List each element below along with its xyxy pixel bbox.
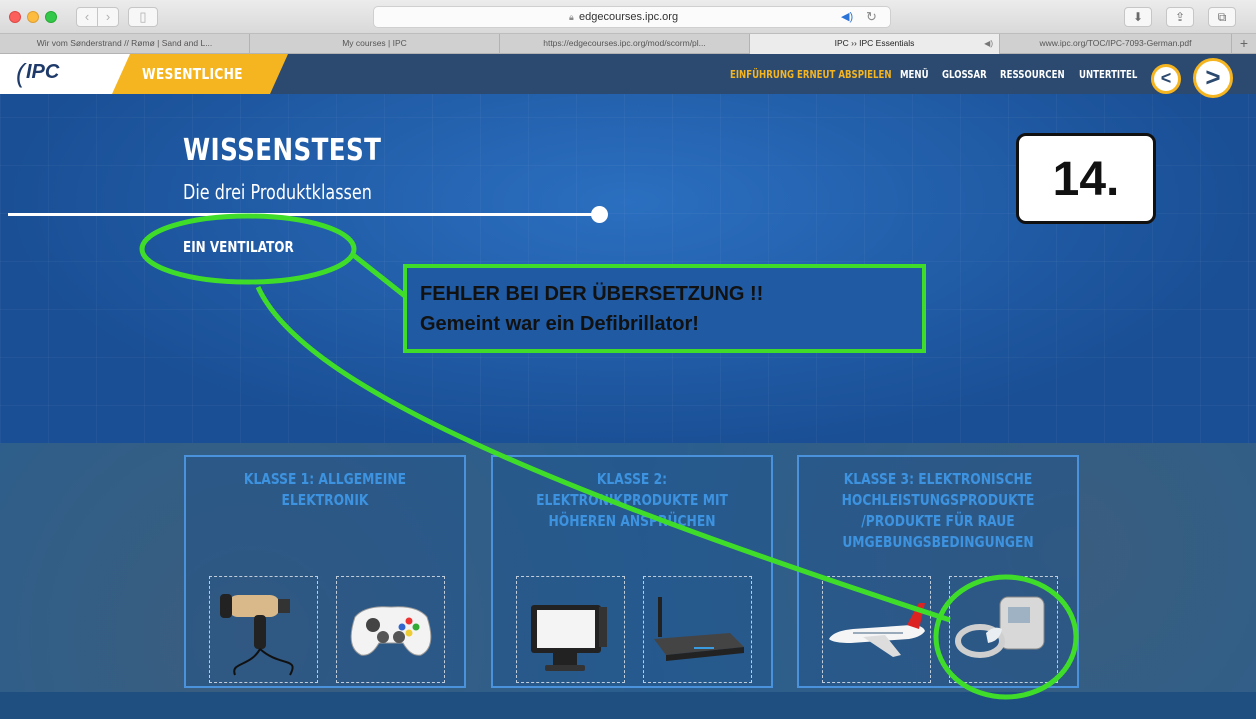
class-2-card[interactable]: KLASSE 2: ELEKTRONIKPRODUKTE MIT HÖHEREN… [491,455,773,688]
zoom-window-button[interactable] [45,11,57,23]
subtitles-link[interactable]: UNTERTITEL [1079,68,1137,81]
close-window-button[interactable] [9,11,21,23]
class-2-title: KLASSE 2: ELEKTRONIKPRODUKTE MIT HÖHEREN… [536,470,728,530]
resources-link[interactable]: RESSOURCEN [1000,68,1065,81]
tab-0[interactable]: Wir vom Sønderstrand // Rømø | Sand and … [0,34,250,54]
quiz-subtitle: Die drei Produktklassen [183,180,372,204]
url-text: edgecourses.ipc.org [579,11,679,23]
tab-1[interactable]: My courses | IPC [250,34,500,54]
quiz-title: WISSENSTEST [183,133,382,168]
hair-dryer-product[interactable] [209,576,318,683]
audio-playing-icon[interactable]: ◀) [841,10,853,23]
game-controller-product[interactable] [336,576,445,683]
sidebar-toggle-icon[interactable]: ▯ [128,7,158,27]
airplane-product[interactable] [822,576,931,683]
tab-4[interactable]: www.ipc.org/TOC/IPC-7093-German.pdf [1000,34,1232,54]
back-button[interactable]: ‹ [76,7,98,27]
menu-link[interactable]: MENÜ [900,68,929,81]
timeline-line [8,213,600,216]
class-1-title: KLASSE 1: ALLGEMEINE ELEKTRONIK [243,470,407,509]
reload-icon[interactable]: ↻ [866,9,877,25]
lock-icon: 🔒︎ [569,12,574,22]
forward-button[interactable]: › [97,7,119,27]
module-tab: WESENTLICHE [112,54,288,94]
answer-label: EIN VENTILATOR [183,238,294,256]
browser-titlebar: ‹ › ▯ 🔒︎ edgecourses.ipc.org ◀) ↻ ⬇ ⇪ ⧉ [0,0,1256,34]
share-icon[interactable]: ⇪ [1166,7,1194,27]
tab-2[interactable]: https://edgecourses.ipc.org/mod/scorm/pl… [500,34,750,54]
class-1-card[interactable]: KLASSE 1: ALLGEMEINE ELEKTRONIK [184,455,466,688]
tab-bar: Wir vom Sønderstrand // Rømø | Sand and … [0,34,1256,54]
ipc-swoosh-icon: ( [16,58,25,88]
glossary-link[interactable]: GLOSSAR [942,68,987,81]
pos-terminal-product[interactable] [516,576,625,683]
hair-dryer-icon [220,594,294,676]
wifi-router-product[interactable] [643,576,752,683]
prev-slide-button[interactable]: < [1151,64,1181,94]
minimize-window-button[interactable] [27,11,39,23]
translation-error-callout: FEHLER BEI DER ÜBERSETZUNG !! Gemeint wa… [403,264,926,353]
medical-device-icon [955,596,1045,658]
tab-3[interactable]: IPC ›› IPC Essentials ◀) [750,34,1000,54]
new-tab-button[interactable]: + [1232,34,1256,53]
class-3-card[interactable]: KLASSE 3: ELEKTRONISCHE HOCHLEISTUNGSPRO… [797,455,1079,688]
medical-device-product[interactable] [949,576,1058,683]
callout-line-1: FEHLER BEI DER ÜBERSETZUNG !! [420,283,764,305]
next-slide-button[interactable]: > [1193,58,1233,98]
replay-intro-link[interactable]: EINFÜHRUNG ERNEUT ABSPIELEN [730,68,892,81]
downloads-icon[interactable]: ⬇ [1124,7,1152,27]
class-3-title: KLASSE 3: ELEKTRONISCHE HOCHLEISTUNGSPRO… [841,470,1035,551]
router-icon [654,597,744,661]
bottom-strip [0,692,1256,719]
ipc-logo: ( IPC [0,54,130,94]
course-top-nav: ( IPC WESENTLICHE EINFÜHRUNG ERNEUT ABSP… [0,54,1256,98]
game-controller-icon [350,606,432,656]
step-number: 14. [1052,153,1120,206]
module-label: WESENTLICHE [142,65,243,83]
tab-overview-icon[interactable]: ⧉ [1208,7,1236,27]
timeline-dot [591,206,608,223]
address-bar[interactable]: 🔒︎ edgecourses.ipc.org ◀) ↻ [373,6,891,28]
speaker-icon[interactable]: ◀) [984,34,993,53]
step-badge: 14. [1016,133,1156,224]
pos-terminal-icon [531,605,607,671]
callout-line-2: Gemeint war ein Defibrillator! [420,313,699,335]
airplane-icon [829,603,925,657]
